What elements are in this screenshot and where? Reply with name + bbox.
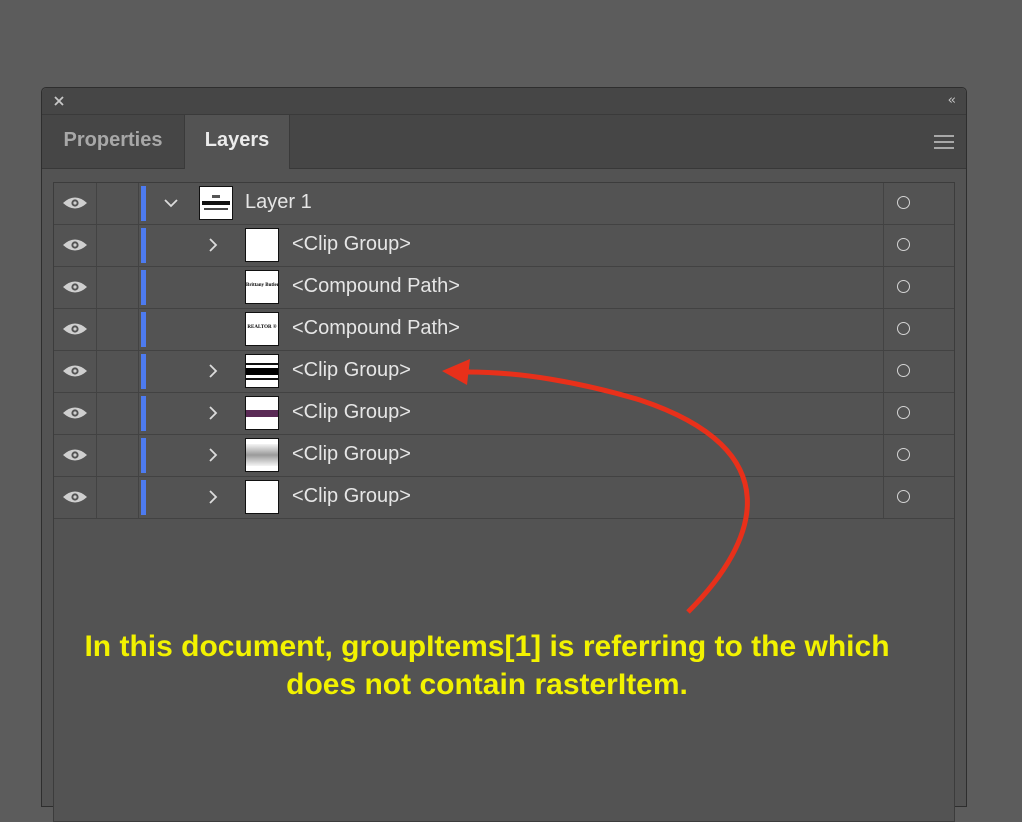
visibility-toggle[interactable] bbox=[54, 351, 97, 392]
target-circle-icon[interactable] bbox=[897, 364, 910, 377]
panel-tabbar: Properties Layers bbox=[42, 115, 966, 169]
annotation-text: In this document, groupItems[1] is refer… bbox=[0, 628, 974, 704]
layer-color-bar bbox=[141, 186, 146, 221]
close-icon[interactable] bbox=[52, 94, 66, 108]
layer-thumbnail: Brittany Butler bbox=[245, 270, 279, 304]
target-circle-icon[interactable] bbox=[897, 280, 910, 293]
layer-row[interactable]: <Clip Group> bbox=[54, 225, 954, 267]
eye-icon bbox=[63, 323, 87, 335]
lock-toggle[interactable] bbox=[96, 477, 139, 518]
eye-icon bbox=[63, 281, 87, 293]
layer-color-bar bbox=[141, 312, 146, 347]
layer-label[interactable]: <Clip Group> bbox=[292, 443, 411, 466]
target-column[interactable] bbox=[883, 477, 955, 518]
collapse-panel-icon[interactable]: ‹‹ bbox=[948, 93, 957, 108]
target-circle-icon[interactable] bbox=[897, 448, 910, 461]
layer-label[interactable]: <Clip Group> bbox=[292, 401, 411, 424]
target-column[interactable] bbox=[883, 267, 955, 308]
eye-icon bbox=[63, 491, 87, 503]
layer-color-bar bbox=[141, 354, 146, 389]
panel-menu-icon[interactable] bbox=[934, 135, 954, 149]
target-circle-icon[interactable] bbox=[897, 322, 910, 335]
target-column[interactable] bbox=[883, 183, 955, 224]
visibility-toggle[interactable] bbox=[54, 393, 97, 434]
target-circle-icon[interactable] bbox=[897, 196, 910, 209]
target-circle-icon[interactable] bbox=[897, 238, 910, 251]
layer-row[interactable]: <Clip Group> bbox=[54, 351, 954, 393]
layer-thumbnail bbox=[245, 228, 279, 262]
annotation-line-1: In this document, groupItems[1] is refer… bbox=[84, 630, 890, 663]
layer-thumbnail bbox=[245, 396, 279, 430]
layer-label[interactable]: Layer 1 bbox=[245, 191, 312, 214]
target-circle-icon[interactable] bbox=[897, 406, 910, 419]
layer-thumbnail: REALTOR ® bbox=[245, 312, 279, 346]
lock-toggle[interactable] bbox=[96, 225, 139, 266]
chevron-down-icon[interactable] bbox=[163, 195, 179, 211]
chevron-right-icon[interactable] bbox=[205, 363, 221, 379]
annotation-line-2: does not contain rasterItem. bbox=[286, 668, 688, 701]
eye-icon bbox=[63, 407, 87, 419]
layer-label[interactable]: <Compound Path> bbox=[292, 275, 460, 298]
layer-color-bar bbox=[141, 270, 146, 305]
layer-color-bar bbox=[141, 396, 146, 431]
chevron-right-icon[interactable] bbox=[205, 447, 221, 463]
layer-row[interactable]: REALTOR ® <Compound Path> bbox=[54, 309, 954, 351]
chevron-right-icon[interactable] bbox=[205, 237, 221, 253]
layer-row[interactable]: <Clip Group> bbox=[54, 477, 954, 519]
lock-toggle[interactable] bbox=[96, 267, 139, 308]
eye-icon bbox=[63, 365, 87, 377]
target-column[interactable] bbox=[883, 435, 955, 476]
target-column[interactable] bbox=[883, 225, 955, 266]
panel-titlebar: ‹‹ bbox=[42, 88, 966, 115]
layer-label[interactable]: <Compound Path> bbox=[292, 317, 460, 340]
lock-toggle[interactable] bbox=[96, 351, 139, 392]
layer-row[interactable]: Brittany Butler <Compound Path> bbox=[54, 267, 954, 309]
layer-label[interactable]: <Clip Group> bbox=[292, 485, 411, 508]
chevron-right-icon[interactable] bbox=[205, 489, 221, 505]
visibility-toggle[interactable] bbox=[54, 183, 97, 224]
tab-layers[interactable]: Layers bbox=[184, 115, 290, 169]
eye-icon bbox=[63, 449, 87, 461]
layer-color-bar bbox=[141, 438, 146, 473]
layer-label[interactable]: <Clip Group> bbox=[292, 233, 411, 256]
layer-thumbnail bbox=[245, 480, 279, 514]
target-column[interactable] bbox=[883, 309, 955, 350]
lock-toggle[interactable] bbox=[96, 393, 139, 434]
layer-row[interactable]: <Clip Group> bbox=[54, 435, 954, 477]
visibility-toggle[interactable] bbox=[54, 267, 97, 308]
eye-icon bbox=[63, 239, 87, 251]
visibility-toggle[interactable] bbox=[54, 477, 97, 518]
layer-thumbnail bbox=[199, 186, 233, 220]
tab-properties[interactable]: Properties bbox=[42, 115, 184, 168]
layers-list: Layer 1 <Clip Group> Brittany Butler <Co… bbox=[53, 182, 955, 822]
lock-toggle[interactable] bbox=[96, 183, 139, 224]
visibility-toggle[interactable] bbox=[54, 225, 97, 266]
target-circle-icon[interactable] bbox=[897, 490, 910, 503]
lock-toggle[interactable] bbox=[96, 435, 139, 476]
eye-icon bbox=[63, 197, 87, 209]
visibility-toggle[interactable] bbox=[54, 435, 97, 476]
target-column[interactable] bbox=[883, 393, 955, 434]
layer-thumbnail bbox=[245, 438, 279, 472]
thumbnail-text: REALTOR ® bbox=[247, 325, 277, 330]
layer-row[interactable]: Layer 1 bbox=[54, 183, 954, 225]
layer-thumbnail bbox=[245, 354, 279, 388]
target-column[interactable] bbox=[883, 351, 955, 392]
layer-color-bar bbox=[141, 480, 146, 515]
layer-row[interactable]: <Clip Group> bbox=[54, 393, 954, 435]
layer-color-bar bbox=[141, 228, 146, 263]
layer-label[interactable]: <Clip Group> bbox=[292, 359, 411, 382]
thumbnail-text: Brittany Butler bbox=[246, 283, 279, 288]
visibility-toggle[interactable] bbox=[54, 309, 97, 350]
lock-toggle[interactable] bbox=[96, 309, 139, 350]
chevron-right-icon[interactable] bbox=[205, 405, 221, 421]
